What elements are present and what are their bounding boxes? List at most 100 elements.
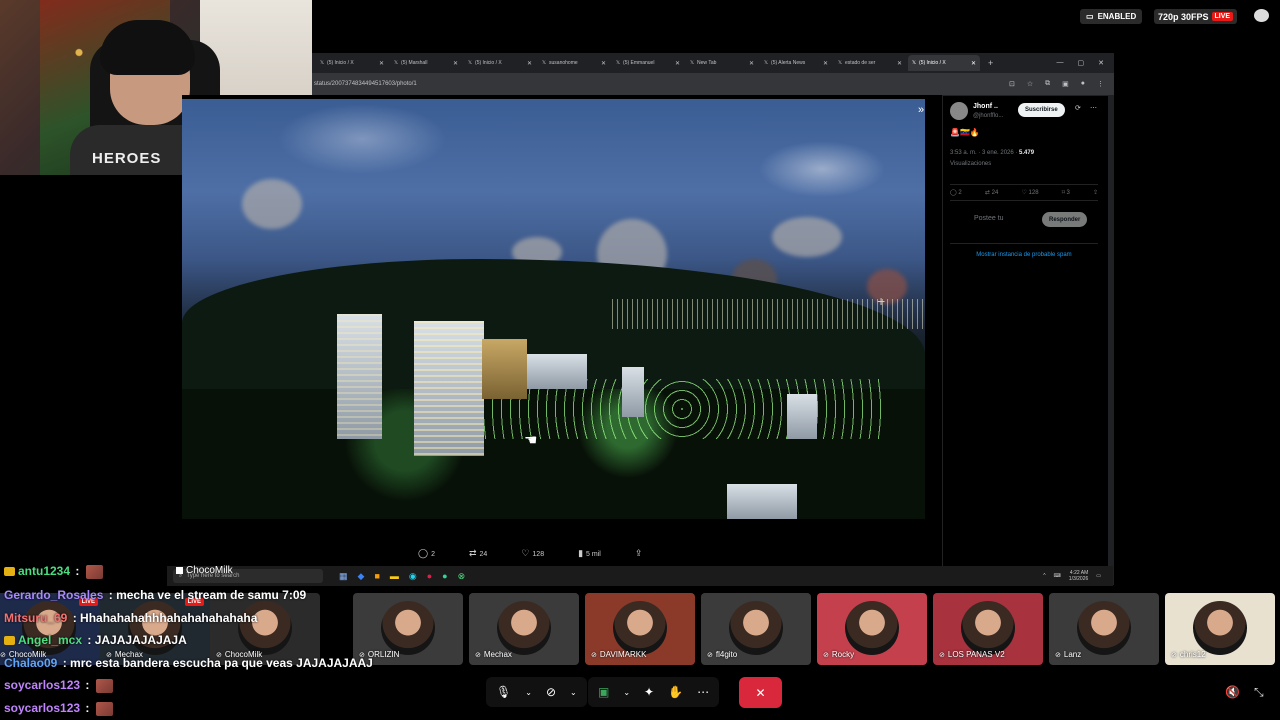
microphone-icon[interactable]: 🎙	[496, 685, 511, 699]
tweet-share-icon[interactable]: ⇪	[1093, 189, 1098, 196]
like-action[interactable]: ♡ 128	[521, 548, 544, 559]
chat-username[interactable]: soycarlos123	[4, 701, 80, 715]
tab-close-icon[interactable]: ✕	[601, 60, 606, 67]
tweet-bookmark-stat[interactable]: ⌑ 3	[1062, 189, 1070, 196]
chat-username[interactable]: soycarlos123	[4, 678, 80, 692]
exit-fullscreen-icon[interactable]: ⤡	[1254, 685, 1264, 700]
author-avatar[interactable]	[950, 102, 968, 120]
more-options-icon[interactable]: ⋯	[1090, 104, 1097, 112]
heart-icon: ♡	[521, 548, 530, 558]
browser-tab[interactable]: 𝕏 (5) Emmanuel ✕	[612, 55, 684, 71]
participant-tile[interactable]: ⊘ LOS PANAS V2	[933, 593, 1043, 665]
chevron-down-icon[interactable]: ⌄	[623, 688, 630, 697]
menu-icon[interactable]: ⋮	[1097, 80, 1104, 88]
screen-share-icon[interactable]: ▣	[598, 685, 609, 699]
participant-tile[interactable]: LIVE ⊘ Mechax	[100, 593, 210, 665]
participant-tile[interactable]: ⊘ Rocky	[817, 593, 927, 665]
reply-action[interactable]: ◯ 2	[418, 548, 435, 559]
url-text[interactable]: status/2007374834494517603/photo/1	[314, 81, 417, 87]
browser-tab[interactable]: 𝕏 (5) Inicio / X ✕	[316, 55, 388, 71]
tweet-repost-stat[interactable]: ⇄ 24	[985, 189, 998, 196]
activities-icon[interactable]: ✦	[644, 685, 654, 699]
participant-tile[interactable]: ⊘ DAVIMARKK	[585, 593, 695, 665]
browser-tab[interactable]: 𝕏susanohome ✕	[538, 55, 610, 71]
chat-username[interactable]: Mitsuru_69	[4, 611, 67, 625]
bookmark-star-icon[interactable]: ☆	[1027, 80, 1033, 88]
sidepanel-icon[interactable]: ▣	[1062, 80, 1069, 88]
keyboard-icon[interactable]: ⌨	[1054, 573, 1061, 579]
browser-tab[interactable]: 𝕏estado de ser ✕	[834, 55, 906, 71]
chat-username[interactable]: Chalao09	[4, 656, 57, 670]
chevron-down-icon[interactable]: ⌄	[525, 688, 532, 697]
chat-separator: :	[82, 701, 93, 715]
new-tab-button[interactable]: +	[982, 58, 999, 68]
clock[interactable]: 4:22 AM 1/3/2026	[1069, 570, 1088, 582]
edge-icon[interactable]: ◉	[409, 571, 417, 582]
reply-button[interactable]: Responder	[1042, 212, 1088, 227]
tab-close-icon[interactable]: ✕	[971, 60, 976, 67]
camera-off-icon[interactable]: ⊘	[546, 685, 556, 699]
reply-input[interactable]: Postee tu	[974, 215, 1004, 222]
chevron-down-icon[interactable]: ⌄	[570, 688, 577, 697]
participant-tile[interactable]: ⊘ ORLIZIN	[353, 593, 463, 665]
expand-panel-icon[interactable]: »	[918, 104, 924, 116]
soundboard-icon[interactable]: ✋	[668, 685, 683, 699]
chat-message: antu1234 :	[4, 564, 103, 579]
chat-username[interactable]: Angel_mcx	[18, 633, 82, 647]
profile-icon[interactable]: ●	[1081, 80, 1085, 88]
tweet-photo[interactable]	[182, 99, 925, 519]
tab-close-icon[interactable]: ✕	[823, 60, 828, 67]
store-icon[interactable]: ◆	[358, 571, 365, 582]
participant-tile[interactable]: LIVE ⊘ ChocoMilk	[0, 593, 104, 665]
tab-close-icon[interactable]: ✕	[749, 60, 754, 67]
minimize-icon[interactable]: —	[1057, 59, 1064, 67]
address-bar[interactable]: status/2007374834494517603/photo/1 ⊡ ☆ ⧉…	[312, 73, 1114, 95]
disconnect-button[interactable]: ✕	[739, 677, 782, 708]
tray-arrow-icon[interactable]: ^	[1043, 573, 1045, 579]
participant-tile[interactable]: ⊘ ChocoMilk	[210, 593, 320, 665]
spam-link[interactable]: Mostrar instancia de probable spam	[950, 243, 1098, 258]
views-action[interactable]: ▮ 5 mil	[578, 548, 601, 559]
extensions-icon[interactable]: ⧉	[1045, 80, 1050, 88]
notification-icon[interactable]: ▭	[1096, 573, 1101, 579]
repost-action[interactable]: ⇄ 24	[469, 548, 487, 559]
participant-tile[interactable]: ⊘ Mechax	[469, 593, 579, 665]
speaker-mute-icon[interactable]: 🔇	[1225, 685, 1240, 699]
browser-tab[interactable]: 𝕏 New Tab ✕	[686, 55, 758, 71]
tab-close-icon[interactable]: ✕	[453, 60, 458, 67]
tab-close-icon[interactable]: ✕	[527, 60, 532, 67]
chat-separator: :	[72, 564, 83, 578]
subscribe-button[interactable]: Suscribirse	[1018, 103, 1065, 117]
tab-close-icon[interactable]: ✕	[379, 60, 384, 67]
participant-tile[interactable]: ⊘ Lanz	[1049, 593, 1159, 665]
tab-close-icon[interactable]: ✕	[675, 60, 680, 67]
office-icon[interactable]: ■	[374, 571, 379, 582]
browser-tab[interactable]: 𝕏 (5) Inicio / X ✕	[908, 55, 980, 71]
chat-username[interactable]: Gerardo_Rosales	[4, 588, 103, 602]
close-window-icon[interactable]: ✕	[1098, 59, 1104, 67]
xbox-icon[interactable]: ⊗	[458, 571, 466, 582]
install-icon[interactable]: ⊡	[1009, 80, 1015, 88]
chrome-icon[interactable]: ●	[427, 571, 432, 582]
share-action[interactable]: ⇪	[635, 548, 646, 559]
tab-close-icon[interactable]: ✕	[897, 60, 902, 67]
author-name[interactable]: Jhonf ..	[973, 103, 998, 110]
folder-icon[interactable]: ▬	[390, 571, 399, 582]
author-handle[interactable]: @jhonfflo...	[973, 113, 1003, 119]
tab-label: susanohome	[549, 60, 578, 66]
grok-icon[interactable]: ⟳	[1075, 104, 1081, 112]
chat-bubble-icon[interactable]	[1254, 9, 1269, 22]
participant-tile[interactable]: ⊘ chris12	[1165, 593, 1275, 665]
maximize-icon[interactable]: ▢	[1078, 59, 1085, 67]
tweet-reply-stat[interactable]: ◯ 2	[950, 189, 962, 196]
tab-label: (5) Inicio / X	[475, 60, 502, 66]
task-view-icon[interactable]: ▦	[339, 571, 348, 582]
more-icon[interactable]: ⋯	[697, 685, 709, 699]
tweet-like-stat[interactable]: ♡ 128	[1021, 189, 1038, 196]
chrome-alt-icon[interactable]: ●	[442, 571, 447, 582]
browser-tab[interactable]: 𝕏 (5) Alerta News ✕	[760, 55, 832, 71]
browser-tab[interactable]: 𝕏 (5) Marshall ✕	[390, 55, 462, 71]
participant-tile[interactable]: ⊘ fl4gito	[701, 593, 811, 665]
browser-tab[interactable]: 𝕏 (5) Inicio / X ✕	[464, 55, 536, 71]
chat-username[interactable]: antu1234	[18, 564, 70, 578]
